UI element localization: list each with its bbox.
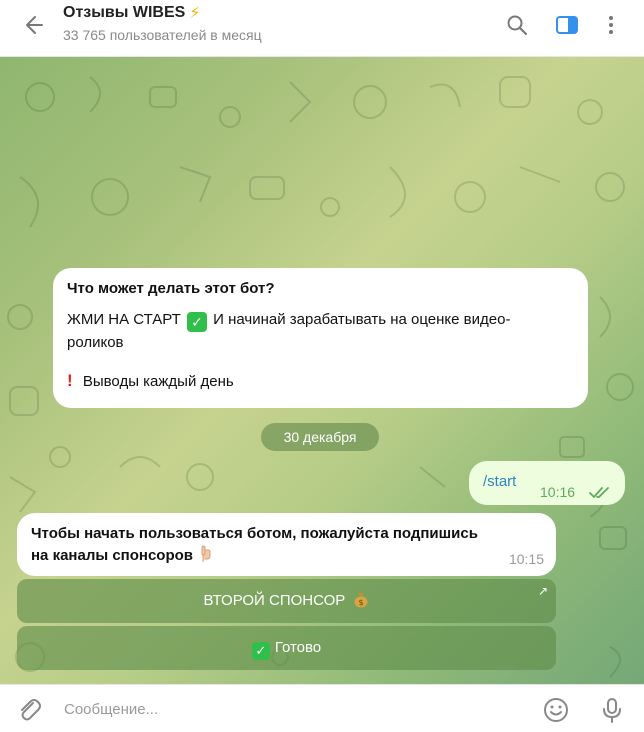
outgoing-message-time: 10:16	[540, 484, 576, 500]
chat-header: Отзывы WIBES ⚡ 33 765 пользователей в ме…	[0, 0, 644, 57]
bot-description-line1: ЖМИ НА СТАРТ ✓ И начинай зарабатывать на…	[67, 309, 574, 332]
date-separator: 30 декабря	[261, 423, 379, 451]
bot-message-line2: на каналы спонсоров	[31, 547, 194, 564]
intro-text-start: ЖМИ НА СТАРТ	[67, 311, 181, 328]
bot-description-title: Что может делать этот бот?	[67, 280, 275, 297]
message-composer	[0, 684, 644, 732]
withdrawals-text: Выводы каждый день	[82, 373, 234, 390]
microphone-icon[interactable]	[597, 695, 627, 725]
exclamation-icon: !	[67, 371, 73, 390]
attach-paperclip-icon[interactable]	[14, 695, 44, 725]
sponsor-button[interactable]: ВТОРОЙ СПОНСОР $ ↗	[17, 579, 556, 623]
bot-description-bubble: Что может делать этот бот? ЖМИ НА СТАРТ …	[53, 268, 588, 408]
read-ticks-icon	[589, 487, 609, 499]
bot-message-time: 10:15	[508, 551, 544, 567]
pointing-down-hand-icon	[201, 545, 211, 562]
money-bag-icon: $	[354, 593, 368, 608]
check-mark-icon: ✓	[251, 642, 270, 660]
bot-description-line3: ! Выводы каждый день	[67, 370, 574, 393]
chat-title-text: Отзывы WIBES	[63, 4, 186, 21]
bot-message: Чтобы начать пользоваться ботом, пожалуй…	[17, 513, 556, 576]
done-button-label: Готово	[274, 639, 322, 656]
emoji-icon[interactable]	[541, 695, 571, 725]
done-button[interactable]: ✓ Готово	[17, 626, 556, 670]
lightning-icon: ⚡	[189, 5, 201, 22]
outgoing-message[interactable]: /start 10:16	[469, 461, 625, 505]
chat-area: Что может делать этот бот? ЖМИ НА СТАРТ …	[0, 57, 644, 684]
sidebar-toggle-icon[interactable]	[552, 10, 582, 40]
intro-text-rest: И начинай зарабатывать на оценке видео-	[213, 311, 511, 328]
chat-title[interactable]: Отзывы WIBES ⚡	[63, 3, 201, 23]
sponsor-button-label: ВТОРОЙ СПОНСОР	[203, 592, 346, 609]
bot-message-line2-wrap: на каналы спонсоров	[31, 545, 542, 567]
search-icon[interactable]	[502, 10, 532, 40]
outgoing-message-text[interactable]: /start	[483, 473, 516, 490]
chat-subtitle: 33 765 пользователей в месяц	[63, 27, 262, 43]
external-link-arrow-icon: ↗	[537, 584, 548, 598]
more-options-icon[interactable]	[596, 10, 626, 40]
check-mark-icon: ✓	[186, 312, 207, 332]
message-input[interactable]	[62, 694, 526, 724]
bot-description-line2: роликов	[67, 334, 124, 351]
svg-text:$: $	[359, 598, 364, 607]
back-arrow-icon[interactable]	[18, 10, 48, 40]
bot-message-line1: Чтобы начать пользоваться ботом, пожалуй…	[31, 525, 478, 542]
